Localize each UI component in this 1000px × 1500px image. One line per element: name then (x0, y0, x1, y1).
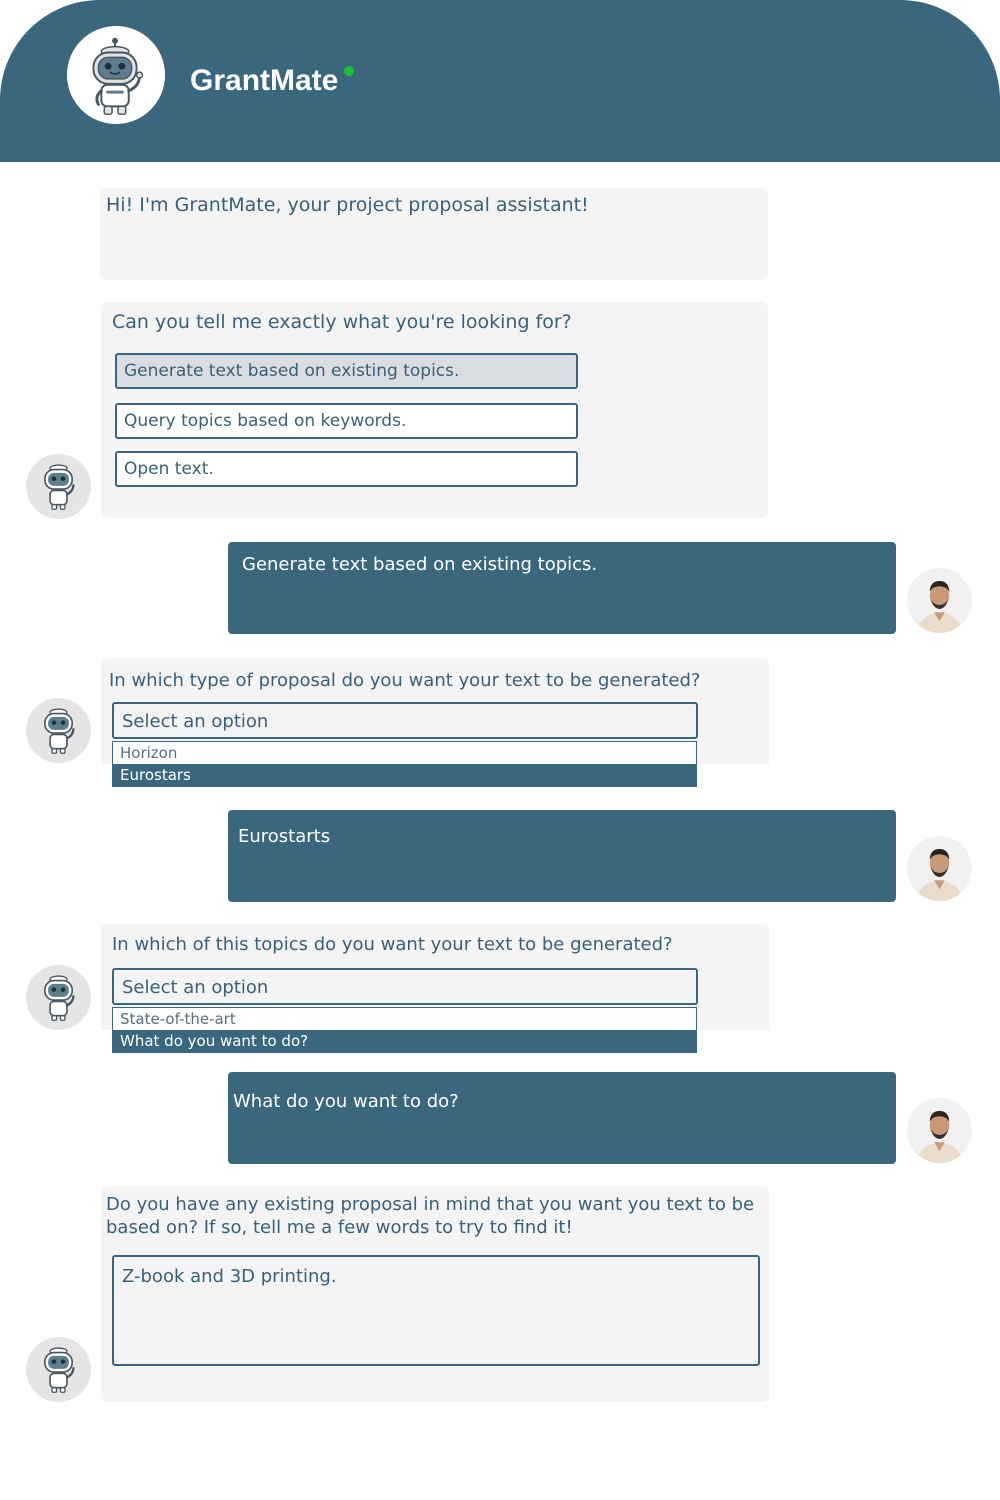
user-message-text: Eurostarts (238, 826, 331, 847)
online-status-indicator (344, 66, 354, 76)
question-text: Can you tell me exactly what you're look… (112, 311, 572, 333)
topic-select[interactable]: Select an option (112, 968, 698, 1005)
user-photo-icon (907, 1098, 972, 1163)
robot-icon (26, 1337, 91, 1402)
proposal-keywords-textarea[interactable]: Z-book and 3D printing. (112, 1255, 760, 1366)
greeting-text: Hi! I'm GrantMate, your project proposal… (106, 194, 589, 216)
robot-icon (26, 454, 91, 519)
user-photo-icon (907, 836, 972, 901)
dropdown-option[interactable]: Eurostars (113, 764, 696, 786)
chat-header: GrantMate (0, 0, 1000, 162)
dropdown-option[interactable]: State-of-the-art (113, 1008, 696, 1030)
dropdown-option[interactable]: What do you want to do? (113, 1030, 696, 1052)
option-open-text[interactable]: Open text. (115, 451, 578, 487)
proposal-type-select[interactable]: Select an option (112, 702, 698, 739)
topic-dropdown: State-of-the-art What do you want to do? (112, 1007, 697, 1053)
robot-icon (26, 965, 91, 1030)
robot-icon (67, 26, 165, 124)
question-text: Do you have any existing proposal in min… (106, 1194, 755, 1215)
user-message-bubble (228, 1072, 896, 1164)
option-generate-text[interactable]: Generate text based on existing topics. (115, 353, 578, 389)
robot-icon (26, 698, 91, 763)
question-text: based on? If so, tell me a few words to … (106, 1217, 573, 1238)
option-query-topics[interactable]: Query topics based on keywords. (115, 403, 578, 439)
user-message-text: What do you want to do? (233, 1091, 459, 1112)
proposal-type-dropdown: Horizon Eurostars (112, 741, 697, 787)
user-message-bubble (228, 810, 896, 902)
app-title: GrantMate (190, 64, 339, 97)
user-photo-icon (907, 568, 972, 633)
user-message-text: Generate text based on existing topics. (242, 554, 598, 575)
question-text: In which of this topics do you want your… (112, 934, 673, 955)
question-text: In which type of proposal do you want yo… (109, 670, 701, 691)
dropdown-option[interactable]: Horizon (113, 742, 696, 764)
